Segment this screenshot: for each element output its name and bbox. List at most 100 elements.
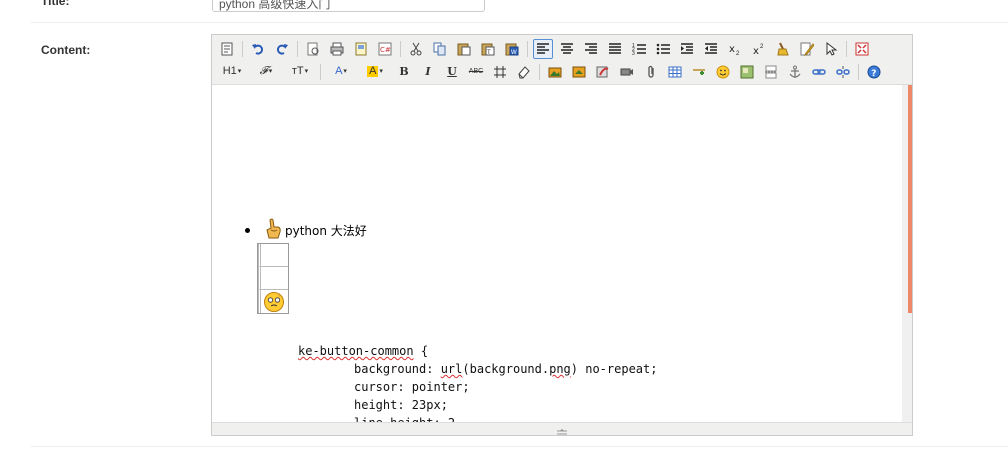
ordered-list-icon[interactable]: 123 bbox=[629, 39, 649, 59]
code-token: (background. bbox=[462, 362, 550, 376]
italic-button[interactable]: I bbox=[418, 62, 438, 82]
clear-html-icon[interactable] bbox=[773, 39, 793, 59]
flash-icon[interactable] bbox=[593, 62, 613, 82]
code-line: background: url(background.png) no-repea… bbox=[298, 360, 657, 378]
toolbar-divider bbox=[242, 40, 243, 57]
paste-icon[interactable] bbox=[454, 39, 474, 59]
editor-content-area[interactable]: python 大法好 ke-button-common {background:… bbox=[212, 85, 912, 424]
fore-color-button[interactable]: A ▾ bbox=[326, 62, 356, 82]
svg-text:2: 2 bbox=[760, 44, 764, 50]
scrollbar-thumb[interactable] bbox=[908, 85, 912, 313]
toolbar-divider bbox=[527, 40, 528, 57]
horizontal-rule-icon[interactable] bbox=[689, 62, 709, 82]
content-row: Content: C# T W 1 2 3 x 2 x 2 H1 ▾ 𝓕 ▾ т… bbox=[31, 23, 1008, 447]
print-icon[interactable] bbox=[327, 39, 347, 59]
svg-text:W: W bbox=[511, 50, 517, 56]
code-line: ke-button-common { bbox=[298, 342, 657, 360]
editor-document[interactable]: python 大法好 ke-button-common {background:… bbox=[212, 85, 902, 424]
editor-scrollbar[interactable] bbox=[902, 85, 912, 424]
font-size-label: тT bbox=[291, 65, 304, 77]
redo-icon[interactable] bbox=[272, 39, 292, 59]
table-cell[interactable] bbox=[258, 244, 288, 267]
align-right-icon[interactable] bbox=[581, 39, 601, 59]
emoticons-icon[interactable] bbox=[713, 62, 733, 82]
heading-dropdown[interactable]: H1 ▾ bbox=[217, 62, 247, 82]
code-line: cursor: pointer; bbox=[354, 380, 470, 394]
table-cell[interactable] bbox=[258, 267, 288, 290]
highlight-color-button[interactable]: A ▾ bbox=[360, 62, 390, 82]
code-token: url bbox=[440, 362, 463, 376]
image-icon[interactable] bbox=[545, 62, 565, 82]
paste-word-icon[interactable]: W bbox=[502, 39, 522, 59]
svg-text:x: x bbox=[753, 46, 759, 56]
attachment-icon[interactable] bbox=[641, 62, 661, 82]
link-icon[interactable] bbox=[809, 62, 829, 82]
heading-label: H1 bbox=[222, 65, 237, 77]
anchor-icon[interactable] bbox=[785, 62, 805, 82]
unordered-list-icon[interactable] bbox=[653, 39, 673, 59]
svg-text:?: ? bbox=[871, 69, 876, 79]
toolbar-divider bbox=[858, 63, 859, 80]
font-family-label: 𝓕 bbox=[259, 65, 268, 77]
title-input[interactable]: python 高级快速入门 bbox=[212, 0, 485, 12]
paste-plain-icon[interactable]: T bbox=[478, 39, 498, 59]
toolbar-divider bbox=[320, 63, 321, 80]
fore-color-label: A bbox=[335, 65, 343, 77]
table-icon[interactable] bbox=[665, 62, 685, 82]
cut-icon[interactable] bbox=[406, 39, 426, 59]
toolbar-divider bbox=[846, 40, 847, 57]
editor-statusbar bbox=[212, 422, 912, 435]
align-center-icon[interactable] bbox=[557, 39, 577, 59]
media-icon[interactable] bbox=[617, 62, 637, 82]
quick-format-icon[interactable] bbox=[797, 39, 817, 59]
copy-icon[interactable] bbox=[430, 39, 450, 59]
code-icon[interactable]: C# bbox=[375, 39, 395, 59]
bullet-text: python 大法好 bbox=[285, 224, 367, 238]
bullet-dot bbox=[245, 228, 250, 233]
select-all-icon[interactable] bbox=[821, 39, 841, 59]
code-token: ke-button-common bbox=[298, 344, 414, 358]
code-token: background: bbox=[354, 362, 441, 376]
toolbar-divider bbox=[400, 40, 401, 57]
help-icon[interactable]: ? bbox=[864, 62, 884, 82]
underline-button[interactable]: U bbox=[442, 62, 462, 82]
toolbar-divider bbox=[539, 63, 540, 80]
bold-button[interactable]: B bbox=[394, 62, 414, 82]
code-line: height: 23px; bbox=[354, 398, 448, 412]
list-item: python 大法好 bbox=[245, 218, 367, 243]
outdent-icon[interactable] bbox=[701, 39, 721, 59]
editor-toolbar: C# T W 123 x2 x2 H1 ▾ 𝓕 ▾ тT ▾ A ▾ A ▾ B… bbox=[212, 35, 912, 85]
superscript-icon[interactable]: x2 bbox=[749, 39, 769, 59]
font-family-dropdown[interactable]: 𝓕 ▾ bbox=[251, 62, 281, 82]
strikethrough-button[interactable]: ABC bbox=[466, 62, 486, 82]
undo-icon[interactable] bbox=[248, 39, 268, 59]
toolbar-divider bbox=[297, 40, 298, 57]
multi-image-icon[interactable] bbox=[569, 62, 589, 82]
page-break-icon[interactable] bbox=[761, 62, 781, 82]
font-size-dropdown[interactable]: тT ▾ bbox=[285, 62, 315, 82]
remove-format-icon[interactable] bbox=[514, 62, 534, 82]
unlink-icon[interactable] bbox=[833, 62, 853, 82]
template-icon[interactable] bbox=[351, 39, 371, 59]
dizzy-face-emoticon bbox=[263, 291, 285, 316]
table-cell[interactable] bbox=[258, 290, 288, 313]
resize-handle-icon[interactable] bbox=[556, 425, 568, 435]
svg-text:T: T bbox=[487, 50, 491, 56]
indent-icon[interactable] bbox=[677, 39, 697, 59]
subscript-icon[interactable]: x2 bbox=[725, 39, 745, 59]
embedded-table[interactable] bbox=[257, 243, 289, 314]
title-row: Title: python 高级快速入门 bbox=[31, 0, 1008, 23]
preview-icon[interactable] bbox=[303, 39, 323, 59]
fullscreen-icon[interactable] bbox=[852, 39, 872, 59]
code-token: { bbox=[413, 344, 429, 358]
code-block: ke-button-common {background: url(backgr… bbox=[298, 342, 657, 424]
svg-text:3: 3 bbox=[632, 51, 635, 56]
align-justify-icon[interactable] bbox=[605, 39, 625, 59]
baidumap-icon[interactable] bbox=[737, 62, 757, 82]
source-icon[interactable] bbox=[217, 39, 237, 59]
code-token: png bbox=[549, 362, 571, 376]
line-height-icon[interactable] bbox=[490, 62, 510, 82]
align-left-icon[interactable] bbox=[533, 38, 553, 59]
pointing-hand-emoticon bbox=[263, 218, 283, 243]
code-token: ) no-repeat; bbox=[570, 362, 658, 376]
